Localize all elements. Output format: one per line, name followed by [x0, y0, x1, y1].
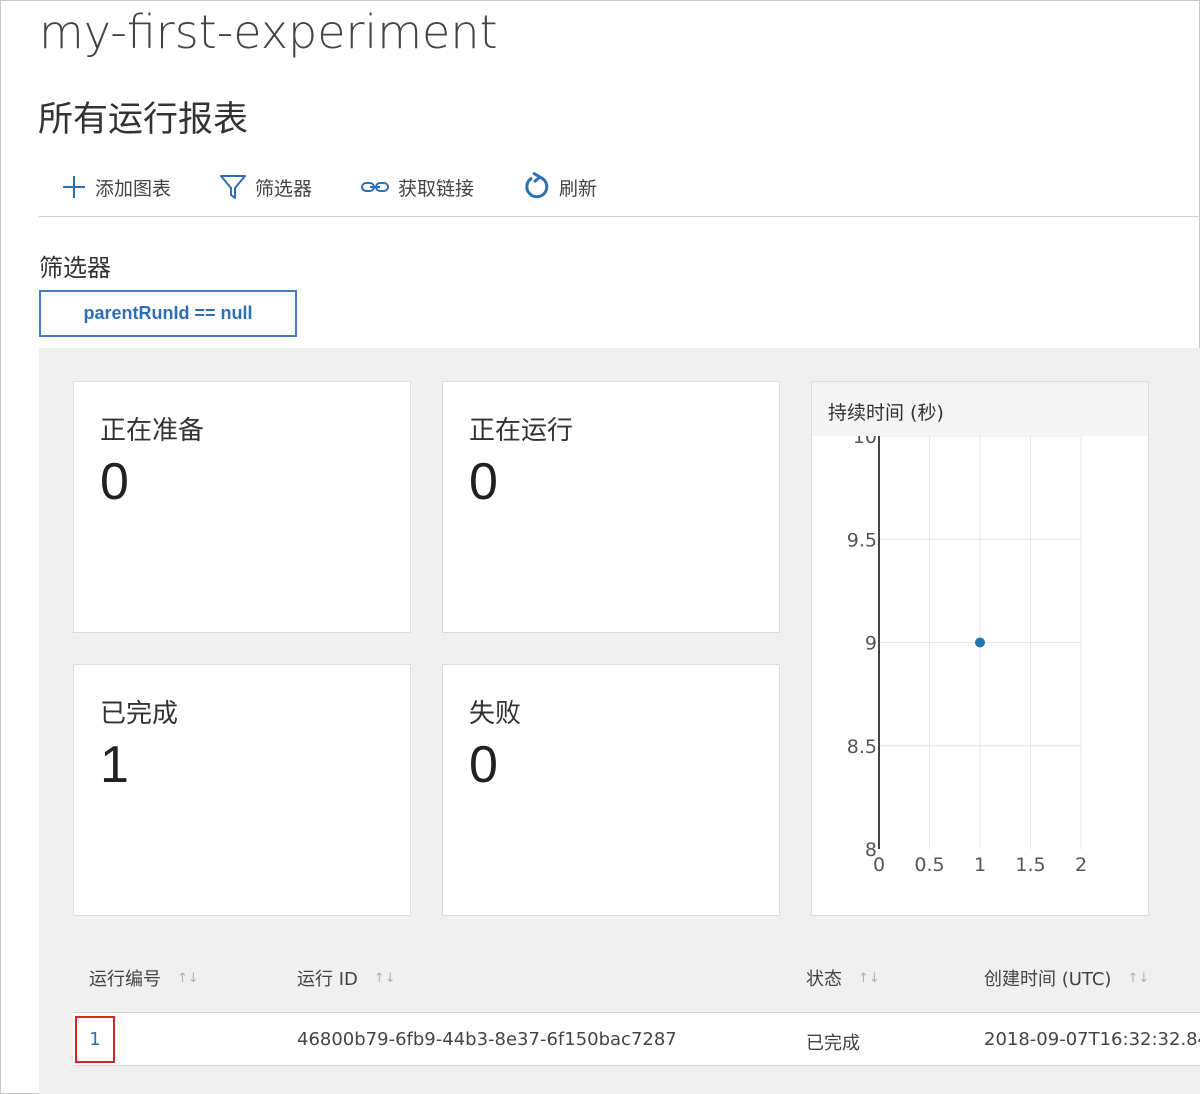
- status-card-completed: 已完成 1: [73, 664, 411, 916]
- sort-icon[interactable]: ↑↓: [1127, 971, 1149, 986]
- filter-chip[interactable]: parentRunId == null: [39, 290, 297, 337]
- status-card-value: 0: [469, 453, 498, 511]
- sort-icon[interactable]: ↑↓: [374, 971, 396, 986]
- duration-chart-card: 持续时间 (秒) 8 8.5 9 9.5 10 0 0.5 1 1.5 2: [811, 381, 1149, 916]
- column-header-label: 运行 ID: [297, 969, 358, 990]
- column-header-label: 创建时间 (UTC): [984, 969, 1112, 990]
- add-chart-button[interactable]: 添加图表: [61, 169, 171, 205]
- x-tick-label: 1.5: [1015, 854, 1045, 876]
- x-tick-label: 1: [974, 854, 986, 876]
- filters-heading: 筛选器: [39, 254, 111, 282]
- table-row: 1 46800b79-6fb9-44b3-8e37-6f150bac7287 已…: [73, 1012, 1200, 1066]
- funnel-icon: [220, 175, 246, 199]
- status-card-failed: 失败 0: [442, 664, 780, 916]
- chart-header: 持续时间 (秒): [812, 382, 1148, 436]
- refresh-label: 刷新: [559, 177, 598, 200]
- status-card-label: 已完成: [100, 699, 179, 729]
- y-tick-label: 9: [865, 633, 877, 655]
- refresh-button[interactable]: 刷新: [523, 169, 597, 205]
- get-link-button[interactable]: 获取链接: [360, 169, 474, 205]
- status-card-preparing: 正在准备 0: [73, 381, 411, 633]
- column-header-run-id[interactable]: 运行 ID ↑↓: [297, 963, 396, 993]
- column-header-status[interactable]: 状态 ↑↓: [806, 963, 880, 993]
- sort-icon[interactable]: ↑↓: [858, 971, 880, 986]
- page-title: 所有运行报表: [38, 100, 249, 140]
- plus-icon: [63, 176, 85, 198]
- refresh-icon: [525, 172, 549, 199]
- column-header-run-number[interactable]: 运行编号 ↑↓: [89, 963, 199, 993]
- column-header-created-time[interactable]: 创建时间 (UTC) ↑↓: [984, 963, 1149, 993]
- status-card-value: 1: [100, 736, 129, 794]
- duration-chart: 88.599.5100 0.5 1 1.5 2: [847, 436, 1087, 876]
- link-icon: [361, 182, 389, 192]
- column-header-label: 状态: [806, 969, 842, 990]
- column-header-label: 运行编号: [89, 969, 161, 990]
- x-tick-label: 2: [1075, 854, 1087, 876]
- status-card-value: 0: [100, 453, 129, 511]
- status-card-label: 正在准备: [100, 416, 205, 446]
- add-chart-label: 添加图表: [95, 177, 172, 200]
- status-card-value: 0: [469, 736, 498, 794]
- experiment-title: my-first-experiment: [39, 5, 498, 59]
- created-time-cell: 2018-09-07T16:32:32.849: [984, 1029, 1200, 1050]
- x-tick-label: 0.5: [914, 854, 944, 876]
- run-number-link[interactable]: 1: [75, 1016, 115, 1063]
- data-point: [975, 637, 985, 648]
- chart-title: 持续时间 (秒): [828, 402, 944, 424]
- sort-icon[interactable]: ↑↓: [177, 971, 199, 986]
- y-tick-label: 9.5: [847, 529, 877, 551]
- toolbar: 添加图表 筛选器 获取链接 刷新: [39, 161, 1200, 217]
- status-cell: 已完成: [806, 1033, 860, 1054]
- y-tick-label: 10: [853, 436, 877, 448]
- get-link-label: 获取链接: [398, 177, 475, 200]
- filter-label: 筛选器: [255, 177, 313, 200]
- window-frame: my-first-experiment 所有运行报表 添加图表 筛选器 获取链接: [0, 0, 1200, 1094]
- status-card-label: 正在运行: [469, 416, 574, 446]
- run-id-cell: 46800b79-6fb9-44b3-8e37-6f150bac7287: [297, 1029, 677, 1050]
- x-tick-label: 0: [873, 854, 885, 876]
- filter-button[interactable]: 筛选器: [219, 169, 312, 205]
- status-card-label: 失败: [469, 699, 522, 729]
- y-tick-label: 8.5: [847, 736, 877, 758]
- status-card-running: 正在运行 0: [442, 381, 780, 633]
